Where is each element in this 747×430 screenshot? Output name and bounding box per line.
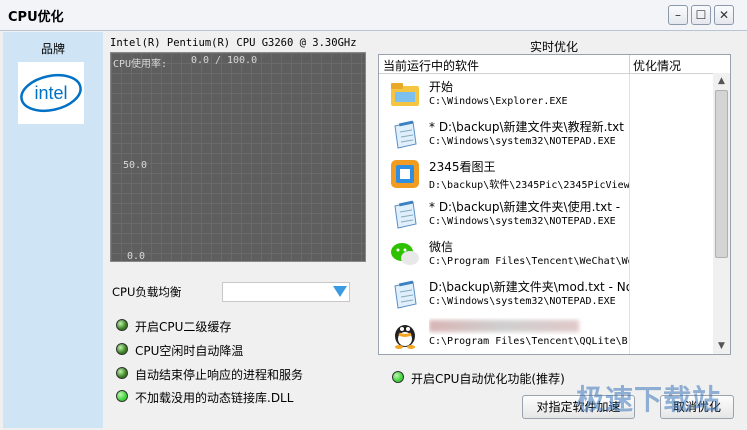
- wechat-icon: [389, 238, 421, 270]
- list-header: 当前运行中的软件 优化情况: [379, 55, 730, 74]
- svg-text:intel: intel: [34, 83, 67, 103]
- notepad-icon: [389, 198, 421, 230]
- status-dot-icon: [116, 343, 128, 355]
- dropdown-arrow-icon[interactable]: [333, 286, 347, 297]
- column-divider: [629, 194, 630, 234]
- software-name: [429, 318, 629, 335]
- status-dot-icon: [392, 371, 404, 383]
- intel-logo: intel: [18, 62, 84, 124]
- graph-mid-label: 50.0: [123, 160, 148, 171]
- vertical-scrollbar[interactable]: ▲ ▼: [713, 73, 730, 354]
- software-path: C:\Windows\system32\NOTEPAD.EXE: [429, 296, 616, 307]
- cpu-load-balance-select[interactable]: [222, 282, 350, 302]
- column-divider: [629, 154, 630, 194]
- list-body: 开始 C:\Windows\Explorer.EXE * D:\backup\新建文…: [379, 74, 712, 354]
- notepad-icon: [389, 278, 421, 310]
- list-item[interactable]: 2345看图王 D:\backup\软件\2345Pic\2345PicView: [379, 154, 712, 194]
- software-name: 微信: [429, 240, 454, 254]
- watermark: 极速下载站: [576, 383, 722, 416]
- software-name: 开始: [429, 80, 454, 94]
- scroll-up-icon[interactable]: ▲: [713, 73, 730, 89]
- software-path: D:\backup\软件\2345Pic\2345PicView: [429, 180, 629, 191]
- column-divider: [629, 314, 630, 354]
- close-button[interactable]: ✕: [714, 5, 734, 25]
- qq-icon: [389, 318, 421, 350]
- brand-title: 品牌: [40, 42, 65, 56]
- list-item[interactable]: 开始 C:\Windows\Explorer.EXE: [379, 74, 712, 114]
- software-path: C:\Windows\Explorer.EXE: [429, 96, 568, 107]
- software-path: C:\Program Files\Tencent\WeChat\We: [429, 256, 629, 267]
- cpu-usage-max: 100.0: [227, 55, 258, 66]
- software-name: 2345看图王: [429, 160, 496, 174]
- graph-min-label: 0.0: [127, 251, 146, 262]
- cpu-usage-label: CPU使用率:: [113, 59, 168, 70]
- list-item[interactable]: C:\Program Files\Tencent\QQLite\B: [379, 314, 712, 354]
- option-label: CPU空闲时自动降温: [135, 344, 244, 358]
- auto-optimize-label: 开启CPU自动优化功能(推荐): [411, 372, 565, 386]
- status-dot-icon: [116, 390, 128, 402]
- software-name: D:\backup\新建文件夹\mod.txt - No: [429, 280, 629, 294]
- option-label: 自动结束停止响应的进程和服务: [135, 368, 304, 382]
- cpu-usage-graph: CPU使用率: 0.0 / 100.0 50.0 0.0: [110, 52, 366, 262]
- column-divider[interactable]: [629, 55, 630, 73]
- software-name: * D:\backup\新建文件夹\教程新.txt: [429, 120, 624, 134]
- column-divider: [629, 114, 630, 154]
- option-label: 不加载没用的动态链接库.DLL: [135, 391, 294, 405]
- notepad-icon: [389, 118, 421, 150]
- scroll-down-icon[interactable]: ▼: [713, 338, 730, 354]
- cpu-usage-value: 0.0: [191, 55, 210, 66]
- cpu-load-balance-label: CPU负载均衡: [112, 285, 182, 299]
- cpu-model-label: Intel(R) Pentium(R) CPU G3260 @ 3.30GHz: [110, 37, 357, 49]
- brand-panel: 品牌 intel: [3, 32, 103, 428]
- option-label: 开启CPU二级缓存: [135, 320, 232, 334]
- maximize-button[interactable]: ☐: [691, 5, 711, 25]
- software-path: C:\Windows\system32\NOTEPAD.EXE: [429, 216, 616, 227]
- column-header-software[interactable]: 当前运行中的软件: [383, 57, 479, 74]
- list-item[interactable]: * D:\backup\新建文件夹\教程新.txt C:\Windows\syst…: [379, 114, 712, 154]
- list-item[interactable]: 微信 C:\Program Files\Tencent\WeChat\We: [379, 234, 712, 274]
- column-header-status[interactable]: 优化情况: [633, 57, 681, 74]
- status-dot-icon: [116, 367, 128, 379]
- column-divider: [629, 234, 630, 274]
- software-path: C:\Program Files\Tencent\QQLite\B: [429, 336, 628, 347]
- cpu-usage-separator: /: [215, 55, 222, 66]
- window-title: CPU优化: [8, 10, 64, 25]
- scrollbar-thumb[interactable]: [715, 90, 728, 258]
- list-item[interactable]: D:\backup\新建文件夹\mod.txt - No C:\Windows\s…: [379, 274, 712, 314]
- status-dot-icon: [116, 319, 128, 331]
- software-name: * D:\backup\新建文件夹\使用.txt -: [429, 200, 621, 214]
- column-divider: [629, 274, 630, 314]
- image-viewer-icon: [389, 158, 421, 190]
- explorer-icon: [389, 78, 421, 110]
- column-divider: [629, 74, 630, 114]
- list-item[interactable]: * D:\backup\新建文件夹\使用.txt - C:\Windows\sys…: [379, 194, 712, 234]
- title-bar[interactable]: CPU优化 – ☐ ✕: [0, 0, 747, 30]
- minimize-button[interactable]: –: [668, 5, 688, 25]
- running-software-list[interactable]: 当前运行中的软件 优化情况 开始 C:\Windows\Explorer.EXE *…: [378, 54, 731, 355]
- software-path: C:\Windows\system32\NOTEPAD.EXE: [429, 136, 616, 147]
- realtime-title: 实时优化: [529, 40, 578, 54]
